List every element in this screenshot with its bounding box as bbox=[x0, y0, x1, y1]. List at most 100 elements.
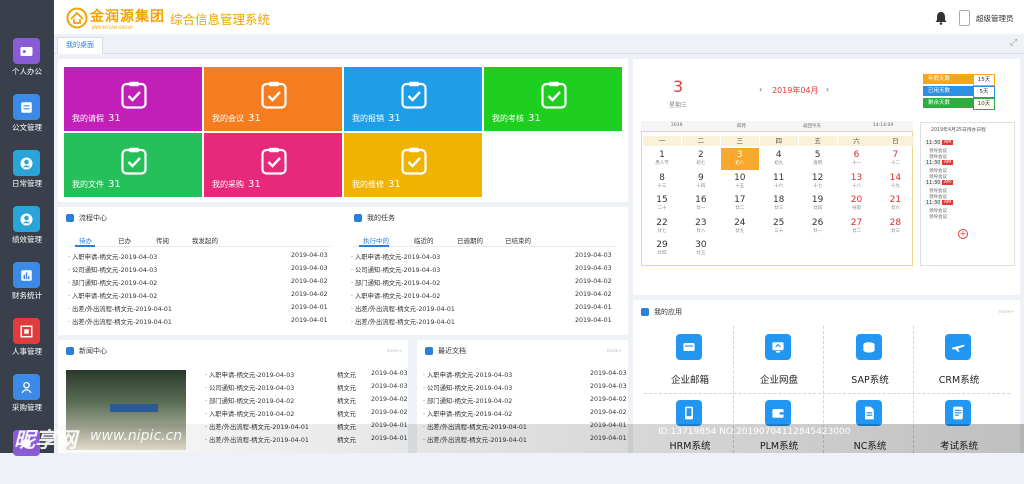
calendar-day[interactable]: 17 廿二 bbox=[721, 193, 759, 215]
process-row-text[interactable]: · 入职申请-柄文元-2019-04-02 bbox=[68, 291, 157, 300]
process-tab-0[interactable]: 待办 bbox=[79, 235, 92, 245]
calendar-day[interactable]: 27 廿二 bbox=[838, 216, 876, 238]
doc-row-text[interactable]: · 入职申请-柄文元-2019-04-03 bbox=[423, 370, 512, 379]
process-tab-1[interactable]: 已办 bbox=[118, 235, 131, 245]
calendar-day[interactable]: 1 愚人节 bbox=[643, 148, 681, 170]
news-more-link[interactable]: more+ bbox=[387, 349, 402, 354]
calendar-day-today[interactable]: 3 初八 bbox=[720, 148, 759, 170]
sidebar-item-6[interactable]: 采购管理 bbox=[0, 372, 54, 428]
tile-6[interactable]: 我的维修 31 bbox=[344, 133, 482, 197]
calendar-day[interactable]: 4 初九 bbox=[760, 148, 798, 170]
tab-desktop[interactable]: 我的桌面 bbox=[57, 37, 103, 54]
process-row-text[interactable]: · 出差/外出流程-柄文元-2019-04-01 bbox=[68, 317, 172, 326]
todo-item[interactable]: 11:30 AM 领导会议 领导会议 bbox=[924, 140, 1004, 160]
task-row-text[interactable]: · 公司通知-柄文元-2019-04-03 bbox=[351, 265, 440, 274]
doc-row-text[interactable]: · 部门通知-柄文元-2019-04-02 bbox=[423, 396, 512, 405]
apps-more-link[interactable]: more+ bbox=[999, 310, 1014, 315]
calendar-day[interactable]: 7 十二 bbox=[876, 148, 914, 170]
task-row-text[interactable]: · 出差/外出流程-柄文元-2019-04-01 bbox=[351, 317, 455, 326]
user-icon[interactable] bbox=[959, 10, 970, 26]
calendar-mini-head-3[interactable]: 14:14:09 bbox=[873, 123, 893, 128]
tasks-tab-2[interactable]: 已逾期的 bbox=[457, 235, 483, 245]
tasks-tab-0[interactable]: 执行中的 bbox=[363, 235, 389, 245]
app-3[interactable]: CRM系统 bbox=[915, 334, 1003, 390]
tile-1[interactable]: 我的会议 31 bbox=[204, 67, 342, 131]
calendar-day[interactable]: 20 谷雨 bbox=[838, 193, 876, 215]
calendar-day[interactable]: 19 廿四 bbox=[799, 193, 837, 215]
add-todo-button[interactable]: + bbox=[958, 229, 968, 239]
doc-row-text[interactable]: · 公司通知-柄文元-2019-04-03 bbox=[423, 383, 512, 392]
calendar-day[interactable]: 14 十九 bbox=[876, 171, 914, 193]
task-row-text[interactable]: · 出差/外出流程-柄文元-2019-04-01 bbox=[351, 304, 455, 313]
calendar-day[interactable]: 28 廿三 bbox=[876, 216, 914, 238]
sidebar-item-2[interactable]: 日常管理 bbox=[0, 148, 54, 204]
bell-icon[interactable] bbox=[934, 11, 948, 25]
calendar-day[interactable]: 5 清明 bbox=[799, 148, 837, 170]
sidebar-item-label: 采购管理 bbox=[12, 403, 42, 412]
process-row-text[interactable]: · 部门通知-柄文元-2019-04-02 bbox=[68, 278, 157, 287]
process-row-text[interactable]: · 入职申请-柄文元-2019-04-03 bbox=[68, 252, 157, 261]
sidebar-item-3[interactable]: 绩效管理 bbox=[0, 204, 54, 260]
calendar-day[interactable]: 12 十七 bbox=[799, 171, 837, 193]
calendar-day[interactable]: 11 十六 bbox=[760, 171, 798, 193]
calendar-day[interactable]: 13 十八 bbox=[838, 171, 876, 193]
calendar-day[interactable]: 23 廿八 bbox=[682, 216, 720, 238]
app-2[interactable]: SAP系统 bbox=[826, 334, 914, 390]
news-row-text[interactable]: · 部门通知-柄文元-2019-04-02 bbox=[205, 396, 294, 405]
calendar-day[interactable]: 16 廿一 bbox=[682, 193, 720, 215]
task-row-text[interactable]: · 入职申请-柄文元-2019-04-02 bbox=[351, 291, 440, 300]
process-row-text[interactable]: · 公司通知-柄文元-2019-04-03 bbox=[68, 265, 157, 274]
calendar-day[interactable]: 22 廿七 bbox=[643, 216, 681, 238]
sidebar-item-4[interactable]: 财务统计 bbox=[0, 260, 54, 316]
calendar-day[interactable]: 29 廿四 bbox=[643, 238, 681, 260]
calendar-mini-head-2[interactable]: 返回今天 bbox=[803, 123, 821, 129]
todo-item[interactable]: 11:30 AM 领导会议 领导会议 bbox=[924, 200, 1004, 220]
calendar-day[interactable]: 6 十一 bbox=[838, 148, 876, 170]
calendar-day[interactable]: 9 十四 bbox=[682, 171, 720, 193]
process-tab-2[interactable]: 传阅 bbox=[156, 235, 169, 245]
tasks-tab-1[interactable]: 临近的 bbox=[414, 235, 434, 245]
sidebar-item-5[interactable]: 人事管理 bbox=[0, 316, 54, 372]
task-row-text[interactable]: · 部门通知-柄文元-2019-04-02 bbox=[351, 278, 440, 287]
tile-label: 我的维修 31 bbox=[352, 179, 401, 190]
prev-month-button[interactable]: ‹ bbox=[759, 85, 762, 94]
calendar-day[interactable]: 18 廿三 bbox=[760, 193, 798, 215]
calendar-day[interactable]: 15 二十 bbox=[643, 193, 681, 215]
tile-0[interactable]: 我的请假 31 bbox=[64, 67, 202, 131]
todo-item[interactable]: 11:30 AM 领导会议 领导会议 bbox=[924, 160, 1004, 180]
news-row-text[interactable]: · 公司通知-柄文元-2019-04-03 bbox=[205, 383, 294, 392]
calendar-day[interactable]: 30 廿五 bbox=[682, 238, 720, 260]
process-row-text[interactable]: · 出差/外出流程-柄文元-2019-04-01 bbox=[68, 304, 172, 313]
todo-item[interactable]: 11:30 AM 领导会议 领导会议 bbox=[924, 180, 1004, 200]
calendar-day[interactable]: 25 三十 bbox=[760, 216, 798, 238]
news-row-text[interactable]: · 入职申请-柄文元-2019-04-03 bbox=[205, 370, 294, 379]
next-month-button[interactable]: › bbox=[826, 85, 829, 94]
calendar-mini-head-0[interactable]: 2019 bbox=[671, 123, 682, 128]
calendar-day[interactable]: 10 十五 bbox=[721, 171, 759, 193]
doc-row-text[interactable]: · 入职申请-柄文元-2019-04-02 bbox=[423, 409, 512, 418]
calendar-day[interactable]: 8 十三 bbox=[643, 171, 681, 193]
sidebar-item-label: 人事管理 bbox=[12, 347, 42, 356]
calendar-day[interactable]: 24 廿九 bbox=[721, 216, 759, 238]
tile-2[interactable]: 我的报销 31 bbox=[344, 67, 482, 131]
calendar-day[interactable]: 26 廿一 bbox=[799, 216, 837, 238]
tile-4[interactable]: 我的文件 31 bbox=[64, 133, 202, 197]
tile-3[interactable]: 我的考核 31 bbox=[484, 67, 622, 131]
expand-icon[interactable]: ⤢ bbox=[1010, 38, 1020, 48]
sidebar-item-1[interactable]: 公文管理 bbox=[0, 92, 54, 148]
docs-more-link[interactable]: more+ bbox=[607, 349, 622, 354]
app-0[interactable]: 企业邮箱 bbox=[646, 334, 734, 390]
tasks-tab-3[interactable]: 已结束的 bbox=[505, 235, 531, 245]
calendar-day[interactable]: 2 初七 bbox=[682, 148, 720, 170]
app-1[interactable]: 企业网盘 bbox=[735, 334, 823, 390]
calendar-mini-head-1[interactable]: 四月 bbox=[737, 123, 746, 129]
tile-5[interactable]: 我的采购 31 bbox=[204, 133, 342, 197]
news-row-text[interactable]: · 入职申请-柄文元-2019-04-02 bbox=[205, 409, 294, 418]
process-tab-3[interactable]: 我发起的 bbox=[192, 235, 218, 245]
day-number: 30 bbox=[695, 240, 707, 250]
task-row-text[interactable]: · 入职申请-柄文元-2019-04-03 bbox=[351, 252, 440, 261]
calendar-day[interactable]: 21 廿六 bbox=[876, 193, 914, 215]
day-number: 20 bbox=[850, 195, 863, 205]
user-name[interactable]: 超级管理员 bbox=[976, 13, 1014, 24]
sidebar-item-0[interactable]: 个人办公 bbox=[0, 36, 54, 92]
